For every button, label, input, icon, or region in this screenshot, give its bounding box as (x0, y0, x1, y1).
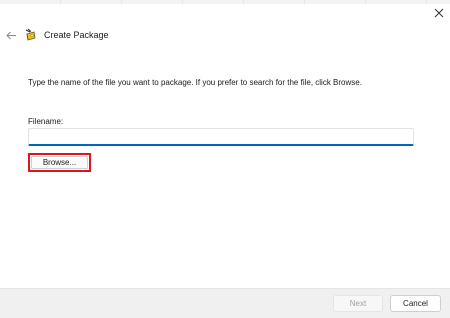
package-icon (24, 28, 38, 42)
create-package-dialog: Create Package Type the name of the file… (0, 0, 450, 318)
title-bar: Create Package (24, 26, 109, 44)
close-icon (434, 8, 444, 18)
dialog-title: Create Package (44, 30, 109, 40)
back-button[interactable] (2, 26, 20, 44)
back-arrow-icon (5, 31, 16, 39)
close-button[interactable] (428, 2, 450, 24)
instructions-text: Type the name of the file you want to pa… (28, 78, 362, 87)
cancel-button[interactable]: Cancel (390, 295, 441, 312)
filename-label: Filename: (28, 117, 64, 126)
browse-button[interactable]: Browse... (31, 156, 88, 169)
next-button[interactable]: Next (333, 295, 383, 312)
browse-highlight: Browse... (28, 153, 91, 172)
filename-input[interactable] (28, 128, 414, 146)
dialog-footer: Next Cancel (0, 288, 450, 318)
window-top-edge (0, 0, 450, 4)
